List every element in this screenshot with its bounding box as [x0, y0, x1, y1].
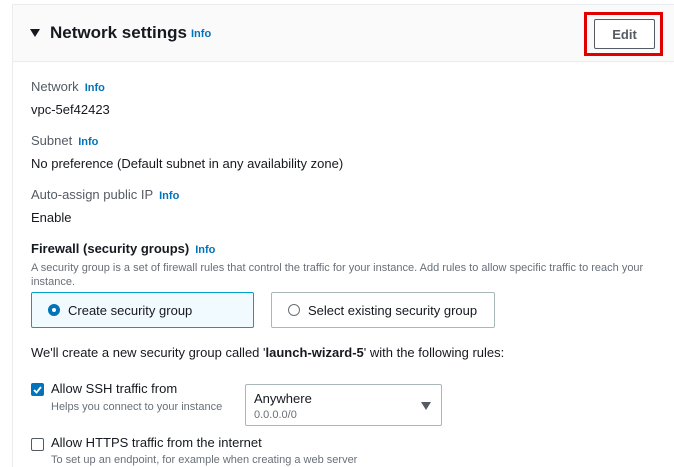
ssh-source-select[interactable]: Anywhere 0.0.0.0/0 [245, 384, 442, 426]
network-label: Network [31, 79, 79, 94]
security-group-name: launch-wizard-5 [265, 345, 364, 360]
subnet-label: Subnet [31, 133, 73, 148]
check-icon [33, 385, 42, 394]
https-rule-help: To set up an endpoint, for example when … [51, 454, 358, 466]
ssh-source-cidr: 0.0.0.0/0 [254, 409, 297, 421]
network-label-row: Network Info [31, 79, 105, 94]
ssh-rule-label[interactable]: Allow SSH traffic from [51, 381, 177, 396]
collapse-caret-icon[interactable] [30, 29, 40, 37]
subnet-value: No preference (Default subnet in any ava… [31, 156, 344, 171]
network-settings-panel: Network settings Info Edit Network Info v… [12, 4, 674, 467]
firewall-info-link[interactable]: Info [195, 244, 215, 256]
ssh-checkbox[interactable] [31, 383, 44, 396]
panel-header: Network settings Info Edit [13, 5, 674, 62]
subnet-label-row: Subnet Info [31, 133, 98, 148]
network-value: vpc-5ef42423 [31, 102, 110, 117]
note-suffix: ' with the following rules: [363, 345, 505, 360]
edit-button[interactable]: Edit [594, 19, 655, 49]
firewall-title-row: Firewall (security groups) Info [31, 241, 215, 256]
create-security-group-option[interactable]: Create security group [31, 292, 254, 328]
ssh-rule-help: Helps you connect to your instance [51, 401, 223, 413]
radio-selected-icon[interactable] [48, 304, 60, 316]
https-rule-label[interactable]: Allow HTTPS traffic from the internet [51, 435, 262, 450]
network-info-link[interactable]: Info [85, 82, 105, 94]
subnet-info-link[interactable]: Info [78, 136, 98, 148]
create-security-group-label: Create security group [68, 302, 193, 318]
public-ip-label-row: Auto-assign public IP Info [31, 187, 179, 202]
public-ip-value: Enable [31, 210, 72, 225]
ssh-source-value: Anywhere [254, 391, 312, 406]
section-title[interactable]: Network settings [50, 23, 187, 43]
select-existing-security-group-label: Select existing security group [308, 302, 478, 318]
public-ip-info-link[interactable]: Info [159, 190, 179, 202]
select-existing-security-group-option[interactable]: Select existing security group [271, 292, 495, 328]
note-prefix: We'll create a new security group called… [31, 345, 266, 360]
dropdown-caret-icon[interactable] [421, 402, 431, 410]
radio-unselected-icon[interactable] [288, 304, 300, 316]
firewall-title: Firewall (security groups) [31, 241, 190, 256]
https-checkbox[interactable] [31, 438, 44, 451]
header-info-link[interactable]: Info [191, 28, 211, 40]
public-ip-label: Auto-assign public IP [31, 187, 154, 202]
firewall-description: A security group is a set of firewall ru… [31, 262, 644, 288]
security-group-note: We'll create a new security group called… [31, 345, 504, 360]
